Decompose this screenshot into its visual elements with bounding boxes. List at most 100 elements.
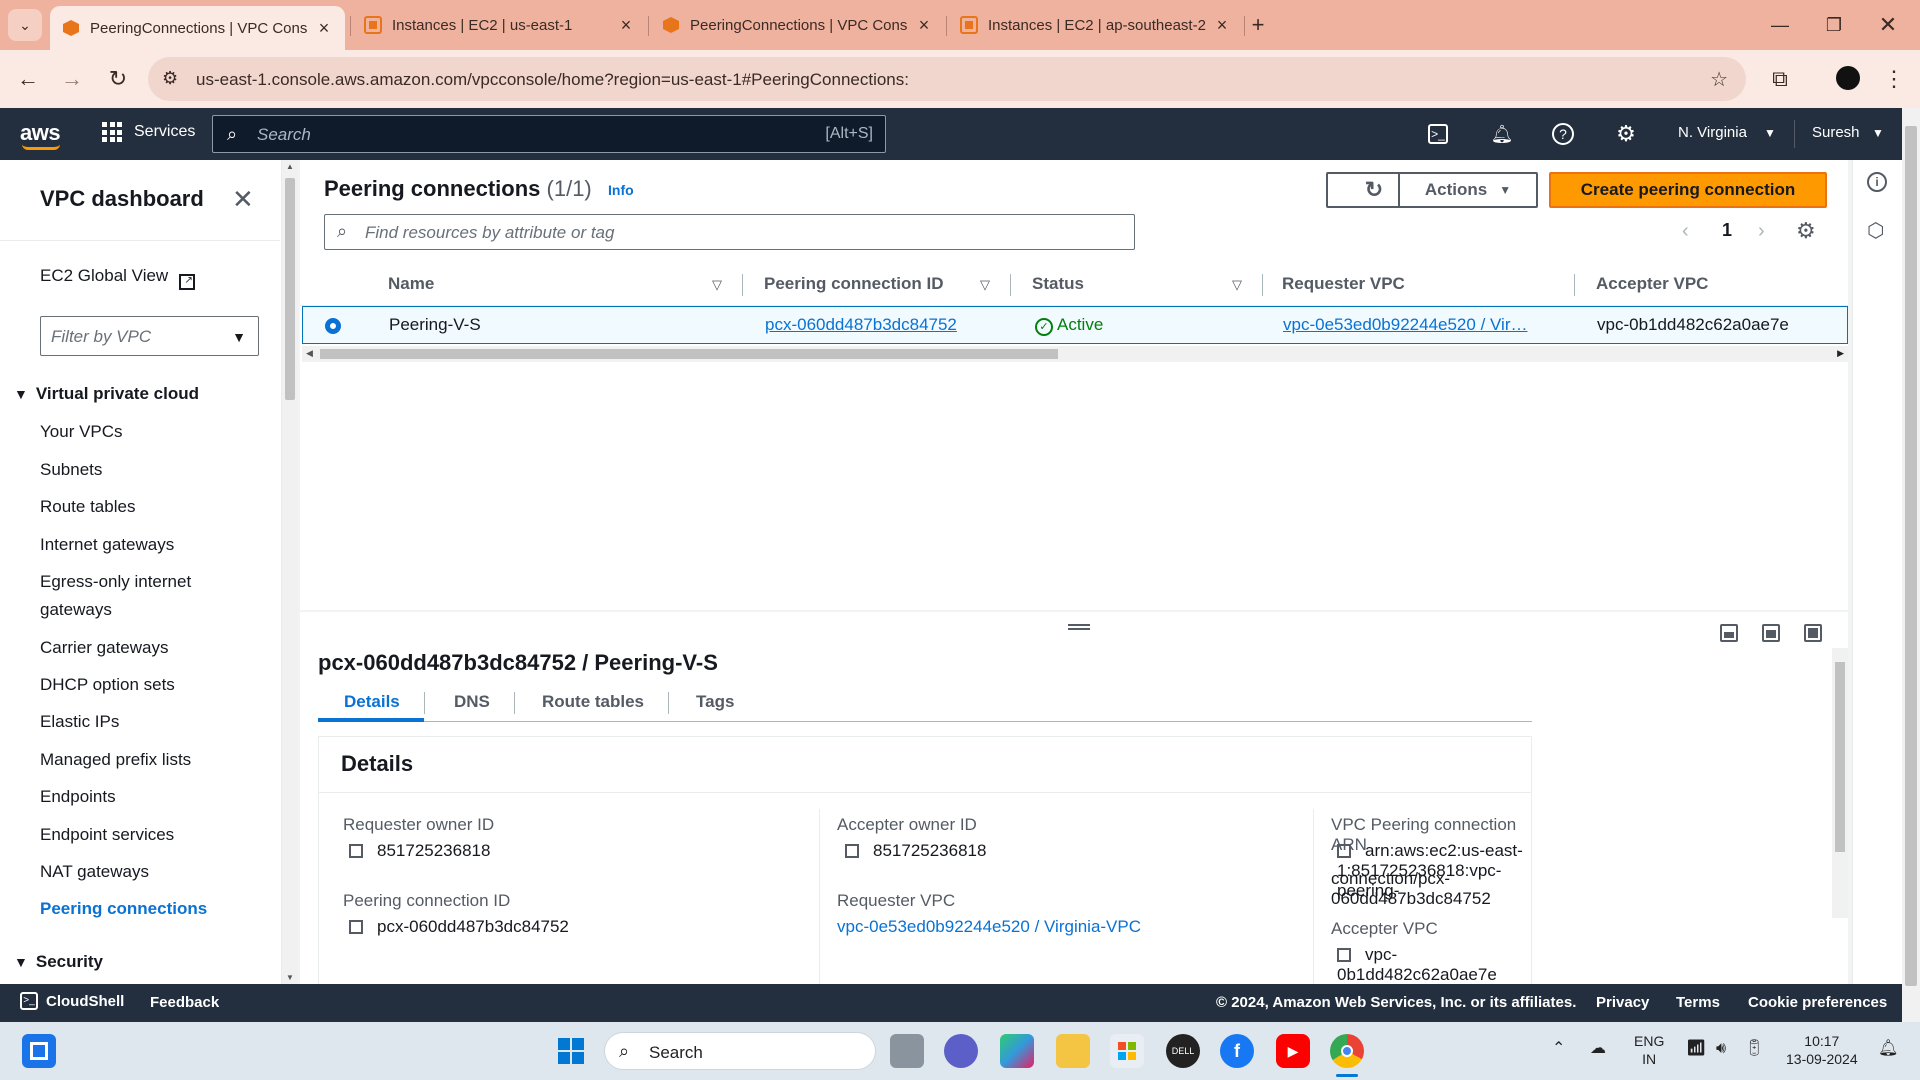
scroll-right-icon[interactable]: ▶: [1837, 348, 1844, 359]
reload-icon[interactable]: ↻: [102, 63, 134, 95]
scrollbar-thumb[interactable]: [1905, 126, 1917, 986]
site-settings-icon[interactable]: ⚙: [162, 68, 178, 89]
sort-caret-icon[interactable]: ▽: [1232, 277, 1242, 293]
cell-requester-vpc-link[interactable]: vpc-0e53ed0b92244e520 / Vir…: [1283, 315, 1527, 335]
close-tab-icon[interactable]: ×: [913, 15, 935, 36]
scrollbar-thumb[interactable]: [1835, 662, 1845, 852]
teams-icon[interactable]: [944, 1034, 978, 1068]
sort-caret-icon[interactable]: ▽: [712, 277, 722, 293]
sidebar-item-ec2-global-view[interactable]: EC2 Global View ↗: [40, 266, 195, 290]
cloudshell-button[interactable]: >_ CloudShell: [20, 992, 124, 1010]
column-header-peering-id[interactable]: Peering connection ID: [764, 274, 943, 294]
facebook-icon[interactable]: f: [1220, 1034, 1254, 1068]
cloudshell-icon[interactable]: >_: [1428, 124, 1448, 144]
browser-tab-4[interactable]: Instances | EC2 | ap-southeast-2 ×: [948, 6, 1243, 44]
sidebar-item-carrier-gateways[interactable]: Carrier gateways: [40, 634, 240, 662]
sidebar-item-nat-gateways[interactable]: NAT gateways: [40, 858, 240, 886]
close-window-icon[interactable]: ✕: [1868, 10, 1908, 40]
help-panel-icon[interactable]: ⬡: [1867, 218, 1884, 243]
minimize-icon[interactable]: —: [1760, 10, 1800, 40]
profile-avatar[interactable]: [1836, 66, 1860, 90]
split-bottom-icon[interactable]: [1720, 624, 1738, 642]
next-page-icon[interactable]: ›: [1758, 220, 1765, 243]
feedback-link[interactable]: Feedback: [150, 994, 219, 1011]
column-resizer[interactable]: [1574, 274, 1575, 296]
sidebar-item-peering-connections[interactable]: Peering connections: [40, 895, 240, 923]
youtube-icon[interactable]: ▶: [1276, 1034, 1310, 1068]
volume-icon[interactable]: 🔊︎: [1716, 1040, 1726, 1058]
tab-tags[interactable]: Tags: [696, 692, 734, 712]
microsoft-store-icon[interactable]: [1110, 1034, 1144, 1068]
privacy-link[interactable]: Privacy: [1596, 994, 1649, 1011]
copy-icon[interactable]: [1337, 948, 1351, 962]
scroll-down-icon[interactable]: ▼: [286, 973, 294, 982]
account-menu[interactable]: Suresh: [1812, 124, 1860, 141]
scroll-up-icon[interactable]: ▲: [286, 162, 294, 171]
actions-button[interactable]: Actions ▼: [1398, 172, 1538, 208]
terms-link[interactable]: Terms: [1676, 994, 1720, 1011]
new-tab-icon[interactable]: +: [1238, 10, 1278, 40]
copy-icon[interactable]: [1337, 844, 1351, 858]
copilot-icon[interactable]: [1000, 1034, 1034, 1068]
column-header-status[interactable]: Status: [1032, 274, 1084, 294]
widgets-icon[interactable]: [22, 1034, 56, 1068]
task-view-icon[interactable]: [890, 1034, 924, 1068]
cell-peering-id-link[interactable]: pcx-060dd487b3dc84752: [765, 315, 957, 335]
browser-tab-2[interactable]: Instances | EC2 | us-east-1 ×: [352, 6, 647, 44]
taskbar-search-input[interactable]: ⌕ Search: [604, 1032, 876, 1070]
bell-icon[interactable]: 🔔︎: [1490, 122, 1514, 146]
clock[interactable]: 10:17 13-09-2024: [1786, 1032, 1858, 1068]
previous-page-icon[interactable]: ‹: [1682, 220, 1689, 243]
sidebar-item-endpoints[interactable]: Endpoints: [40, 783, 240, 811]
close-icon[interactable]: ✕: [232, 184, 254, 215]
scrollbar-thumb[interactable]: [285, 178, 295, 400]
copy-icon[interactable]: [349, 844, 363, 858]
current-page[interactable]: 1: [1722, 220, 1732, 241]
column-resizer[interactable]: [742, 274, 743, 296]
sidebar-title[interactable]: VPC dashboard: [40, 186, 204, 212]
url-text[interactable]: us-east-1.console.aws.amazon.com/vpccons…: [196, 70, 909, 90]
restore-icon[interactable]: ❐: [1814, 10, 1854, 40]
info-panel-icon[interactable]: i: [1867, 172, 1887, 192]
services-menu-button[interactable]: Services: [102, 122, 195, 142]
sidebar-item-route-tables[interactable]: Route tables: [40, 493, 240, 521]
extensions-icon[interactable]: ⧉: [1764, 63, 1796, 95]
close-tab-icon[interactable]: ×: [313, 18, 335, 39]
tab-route-tables[interactable]: Route tables: [542, 692, 644, 712]
split-close-icon[interactable]: [1804, 624, 1822, 642]
aws-search-input[interactable]: ⌕ Search [Alt+S]: [212, 115, 886, 153]
resource-search-input[interactable]: ⌕ Find resources by attribute or tag: [324, 214, 1135, 250]
sidebar-item-dhcp-option-sets[interactable]: DHCP option sets: [40, 671, 240, 699]
dell-icon[interactable]: DELL: [1166, 1034, 1200, 1068]
forward-arrow-icon[interactable]: →: [56, 63, 88, 95]
onedrive-icon[interactable]: ☁: [1590, 1040, 1606, 1058]
sidebar-item-elastic-ips[interactable]: Elastic IPs: [40, 708, 240, 736]
section-security[interactable]: ▼ Security: [14, 952, 103, 972]
chevron-up-icon[interactable]: ⌃: [1552, 1040, 1565, 1058]
column-header-accepter-vpc[interactable]: Accepter VPC: [1596, 274, 1708, 294]
details-vertical-scrollbar[interactable]: [1832, 648, 1848, 918]
sidebar-scrollbar[interactable]: ▲ ▼: [282, 160, 298, 984]
scrollbar-thumb[interactable]: [320, 349, 1058, 359]
notification-bell-icon[interactable]: 🔔︎: [1878, 1040, 1898, 1058]
sort-caret-icon[interactable]: ▽: [980, 277, 990, 293]
close-tab-icon[interactable]: ×: [615, 15, 637, 36]
close-tab-icon[interactable]: ×: [1211, 15, 1233, 36]
column-resizer[interactable]: [1010, 274, 1011, 296]
tab-details[interactable]: Details: [344, 692, 400, 712]
section-virtual-private-cloud[interactable]: ▼ Virtual private cloud: [14, 384, 199, 404]
battery-icon[interactable]: 🔋︎: [1744, 1040, 1764, 1058]
back-arrow-icon[interactable]: ←: [12, 63, 44, 95]
column-header-requester-vpc[interactable]: Requester VPC: [1282, 274, 1405, 294]
copy-icon[interactable]: [845, 844, 859, 858]
bookmark-star-icon[interactable]: ☆: [1710, 67, 1728, 92]
table-horizontal-scrollbar[interactable]: ◀ ▶: [302, 346, 1848, 362]
file-explorer-icon[interactable]: [1056, 1034, 1090, 1068]
cookie-preferences-link[interactable]: Cookie preferences: [1748, 994, 1887, 1011]
sidebar-item-egress-only-gateways[interactable]: Egress-only internet gateways: [40, 568, 240, 624]
column-resizer[interactable]: [1262, 274, 1263, 296]
browser-tab-1[interactable]: PeeringConnections | VPC Cons ×: [50, 6, 345, 50]
help-icon[interactable]: ?: [1552, 123, 1574, 145]
region-selector[interactable]: N. Virginia: [1678, 124, 1747, 141]
wifi-icon[interactable]: 📶︎: [1686, 1040, 1706, 1058]
